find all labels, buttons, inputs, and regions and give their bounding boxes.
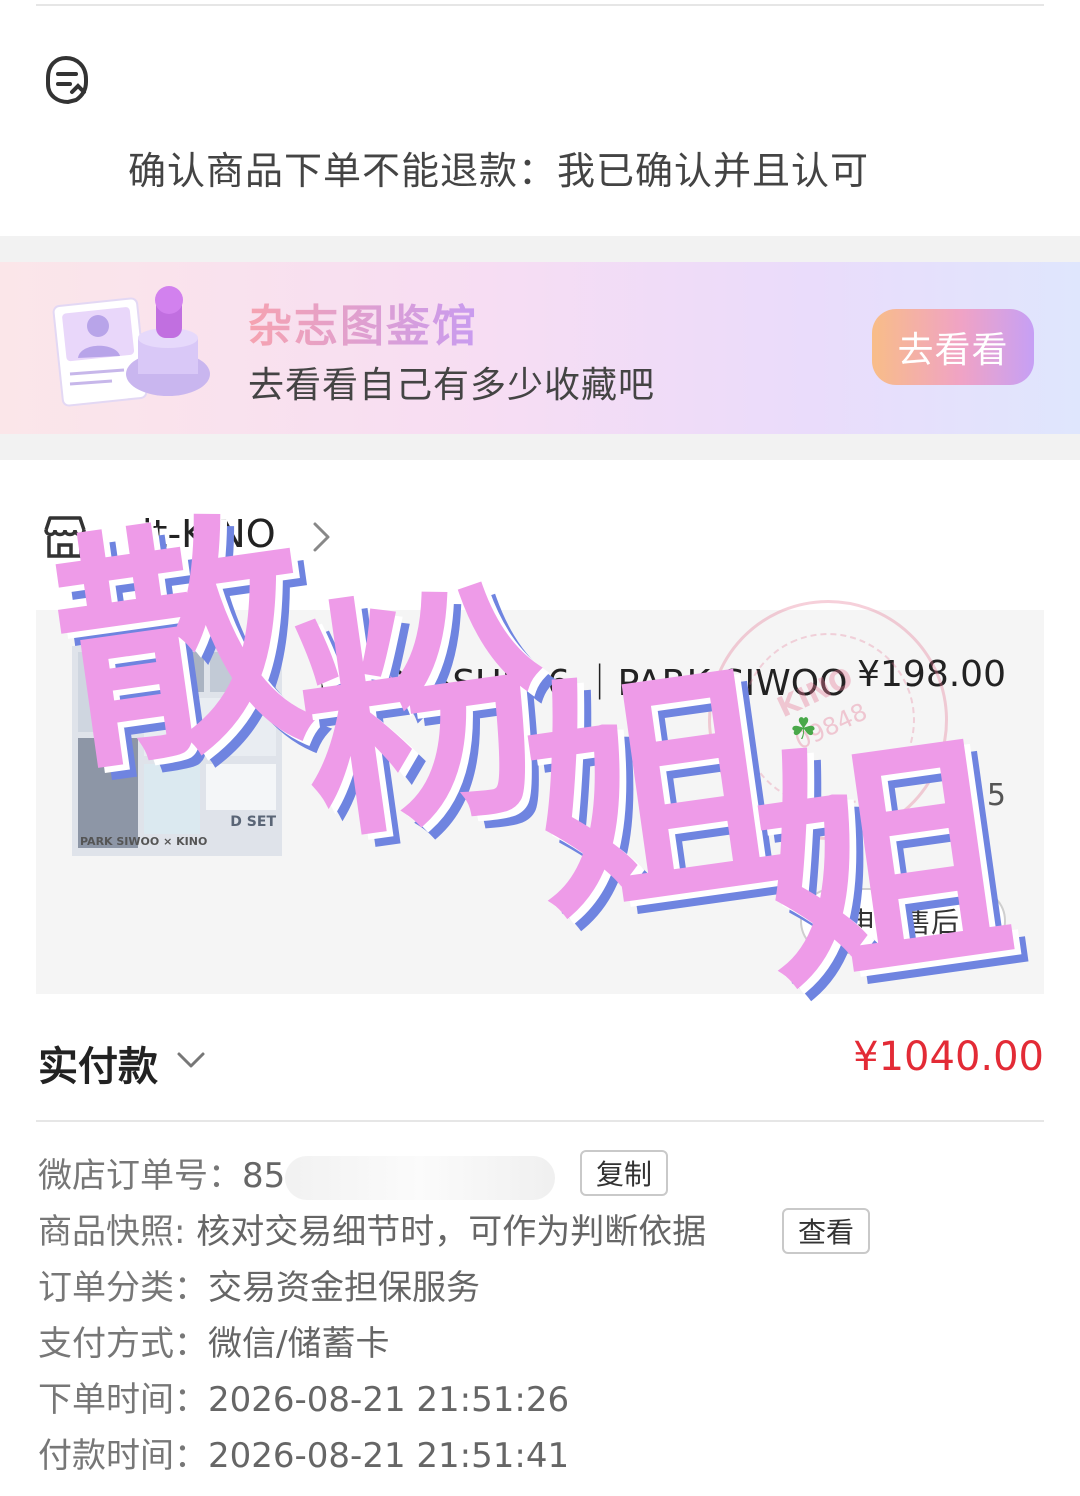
pay-time-value: 2026-08-21 21:51:41 (208, 1436, 570, 1476)
chevron-down-icon[interactable] (176, 1050, 206, 1070)
overlay-char-4: 姐 (738, 703, 1027, 1026)
order-time-label: 下单时间： (38, 1380, 208, 1420)
note-icon (38, 52, 94, 108)
total-amount: ¥1040.00 (853, 1034, 1044, 1080)
divider (36, 1120, 1044, 1122)
redacted-area (285, 1155, 556, 1200)
go-see-button[interactable]: 去看看 (872, 309, 1034, 385)
top-divider (36, 4, 1044, 6)
magazine-collection-banner[interactable]: 杂志图鉴馆 去看看自己有多少收藏吧 去看看 (0, 262, 1080, 434)
thumb-footer: PARK SIWOO × KINO (80, 835, 208, 848)
collection-stamp-illustration (52, 282, 217, 417)
order-time-value: 2026-08-21 21:51:26 (208, 1380, 570, 1420)
snapshot-row: 商品快照: 核对交易细节时，可作为判断依据 (38, 1204, 706, 1253)
order-number-value: 85 (242, 1156, 286, 1196)
category-value: 交易资金担保服务 (208, 1268, 480, 1308)
section-gap (0, 236, 1080, 262)
snapshot-value: 核对交易细节时，可作为判断依据 (196, 1212, 707, 1252)
chevron-right-icon[interactable] (310, 520, 334, 554)
total-label[interactable]: 实付款 (38, 1034, 158, 1092)
section-gap (0, 434, 1080, 460)
category-row: 订单分类：交易资金担保服务 (38, 1260, 480, 1309)
banner-subtitle: 去看看自己有多少收藏吧 (248, 365, 656, 406)
thumb-set-label: D SET (230, 814, 276, 830)
buyer-note: 确认商品下单不能退款：我已确认并且认可 (128, 149, 870, 193)
overlay-char-1: 散 (38, 483, 327, 806)
snapshot-label: 商品快照: (38, 1212, 197, 1252)
order-number-label: 微店订单号： (38, 1156, 242, 1196)
view-snapshot-button[interactable]: 查看 (782, 1208, 870, 1254)
banner-title: 杂志图鉴馆 (248, 290, 478, 354)
category-label: 订单分类： (38, 1268, 208, 1308)
payment-label: 支付方式： (38, 1324, 208, 1364)
payment-row: 支付方式：微信/储蓄卡 (38, 1316, 389, 1365)
order-time-row: 下单时间：2026-08-21 21:51:26 (38, 1372, 569, 1421)
payment-value: 微信/储蓄卡 (208, 1324, 390, 1364)
pay-time-label: 付款时间： (38, 1436, 208, 1476)
pay-time-row: 付款时间：2026-08-21 21:51:41 (38, 1428, 569, 1477)
order-number-row: 微店订单号：85 (38, 1148, 556, 1200)
copy-button[interactable]: 复制 (580, 1150, 668, 1196)
